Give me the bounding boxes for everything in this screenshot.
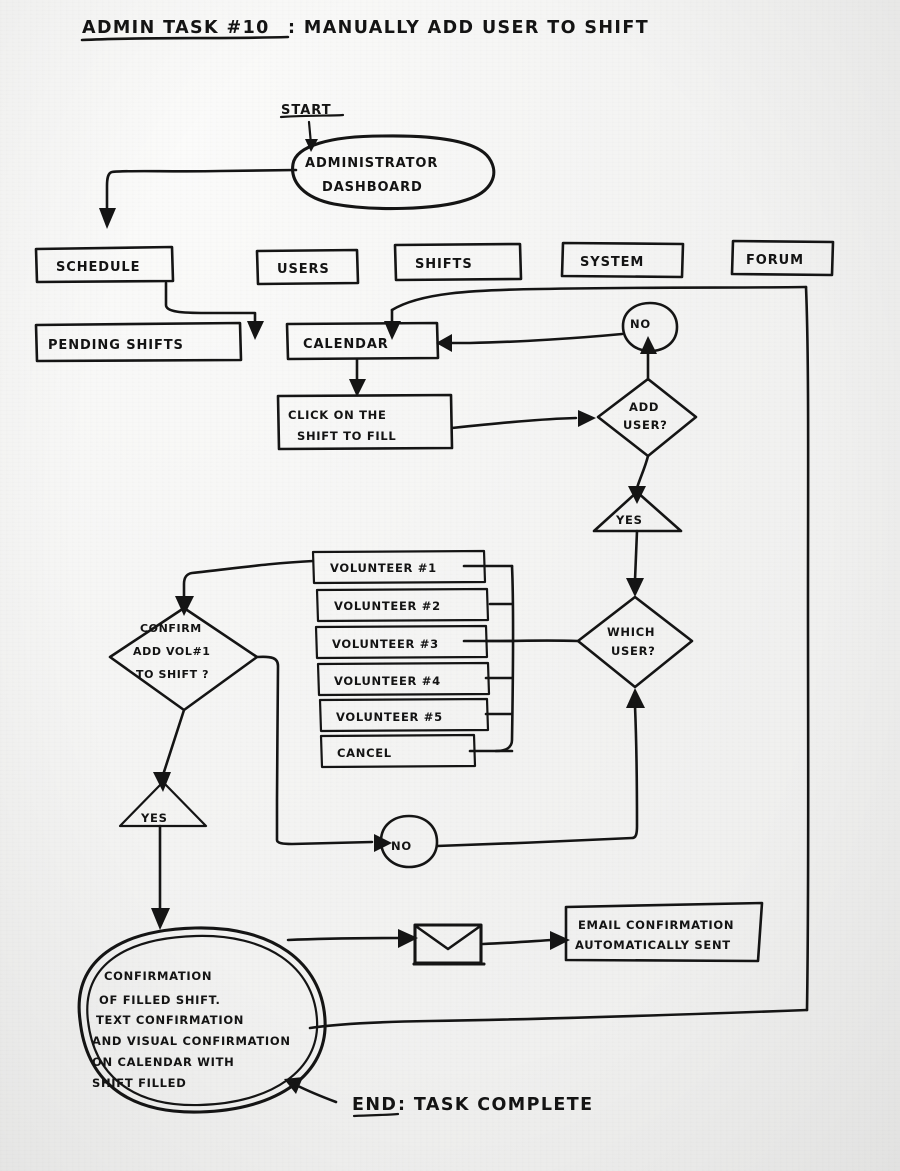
- no-circle-confirm-label: NO: [391, 839, 412, 853]
- blob-line-5: ON CALENDAR WITH: [92, 1055, 235, 1069]
- edge-shifts-rail-top: [390, 285, 808, 312]
- click-shift-label-1: CLICK ON THE: [288, 408, 387, 422]
- click-shift-label-2: SHIFT TO FILL: [297, 429, 396, 443]
- edge-yes-to-whichuser-arrow: [626, 578, 644, 597]
- blob-line-4: AND VISUAL CONFIRMATION: [92, 1034, 291, 1048]
- blob-line-2: OF FILLED SHIFT.: [99, 993, 221, 1007]
- paper-sheet: ADMIN TASK #10 : MANUALLY ADD USER TO SH…: [0, 0, 900, 1171]
- list-option-label-4: VOLUNTEER #4: [334, 674, 441, 688]
- no-circle-add-user-label: NO: [630, 317, 651, 331]
- page-title-rest: : MANUALLY ADD USER TO SHIFT: [288, 18, 649, 38]
- which-user-label-1: WHICH: [607, 625, 655, 639]
- confirm-label-1: CONFIRM: [140, 622, 202, 635]
- end-label-prefix: END: [352, 1095, 397, 1115]
- blob-line-3: TEXT CONFIRMATION: [96, 1013, 244, 1027]
- edge-click-to-adduser-arrow: [578, 410, 596, 427]
- edge-dashboard-to-schedule: [105, 168, 298, 216]
- blob-line-1: CONFIRMATION: [104, 969, 212, 983]
- email-confirmation-node[interactable]: [564, 901, 764, 963]
- edge-click-to-adduser: [450, 416, 578, 430]
- list-option-label-1: VOLUNTEER #1: [330, 561, 437, 575]
- confirm-label-3: TO SHIFT ?: [136, 668, 209, 681]
- menu-label-shifts: SHIFTS: [415, 257, 473, 272]
- menu-label-users: USERS: [277, 262, 330, 277]
- edge-yes2-to-blob-arrow: [151, 908, 170, 930]
- edge-yes-to-whichuser: [633, 529, 639, 582]
- edge-vol1-to-confirm: [182, 559, 315, 600]
- end-label-rest: : TASK COMPLETE: [398, 1095, 593, 1115]
- add-user-label-2: USER?: [623, 418, 668, 432]
- menu-label-system: SYSTEM: [580, 255, 644, 270]
- add-user-label-1: ADD: [629, 400, 659, 414]
- edge-adduser-to-yes: [635, 454, 650, 490]
- calendar-label: CALENDAR: [303, 337, 389, 352]
- blob-line-6: SHIFT FILLED: [92, 1076, 186, 1090]
- edge-confirm-to-yes2: [161, 708, 186, 777]
- menu-label-forum: FORUM: [746, 253, 804, 268]
- edge-envelope-to-email: [481, 938, 554, 946]
- email-confirmation-label-2: AUTOMATICALLY SENT: [575, 938, 731, 952]
- end-arrow-shaft: [294, 1083, 338, 1104]
- envelope-icon: [412, 923, 486, 966]
- yes-triangle-confirm-label: YES: [140, 811, 168, 825]
- edge-no-to-calendar: [444, 332, 624, 345]
- list-option-label-2: VOLUNTEER #2: [334, 599, 441, 613]
- which-user-decision[interactable]: [576, 595, 694, 689]
- edge-schedule-to-calendar: [164, 281, 257, 328]
- flowchart-canvas: ADMIN TASK #10 : MANUALLY ADD USER TO SH…: [34, 18, 835, 1118]
- list-bracket-spine: [494, 564, 515, 753]
- page-title-prefix: ADMIN TASK #10: [82, 18, 270, 38]
- end-arrow-head: [284, 1077, 303, 1094]
- administrator-dashboard-node[interactable]: [291, 134, 496, 211]
- which-user-label-2: USER?: [611, 644, 656, 658]
- pending-shifts-label: PENDING SHIFTS: [48, 338, 184, 353]
- edge-no2-to-whichuser-arrow: [626, 688, 645, 708]
- list-option-label-5: VOLUNTEER #5: [336, 710, 443, 724]
- email-confirmation-label-1: EMAIL CONFIRMATION: [578, 918, 734, 932]
- confirm-label-2: ADD VOL#1: [133, 645, 211, 658]
- menu-label-schedule: SCHEDULE: [56, 260, 140, 275]
- edge-adduser-to-yes-arrow: [628, 486, 646, 504]
- edge-dashboard-to-schedule-arrow: [99, 208, 116, 229]
- edge-schedule-to-calendar-arrow: [247, 321, 264, 340]
- right-rail-to-blob: [308, 1008, 809, 1030]
- right-rail-vertical: [804, 285, 810, 1012]
- list-option-label-6: CANCEL: [337, 746, 392, 760]
- administrator-dashboard-label-2: DASHBOARD: [322, 180, 423, 195]
- edge-blob-to-envelope: [286, 936, 402, 942]
- yes-triangle-add-user-label: YES: [615, 513, 643, 527]
- start-label: START: [281, 103, 332, 118]
- administrator-dashboard-label-1: ADMINISTRATOR: [305, 156, 438, 171]
- list-option-label-3: VOLUNTEER #3: [332, 637, 439, 651]
- edge-no2-to-whichuser: [435, 704, 639, 848]
